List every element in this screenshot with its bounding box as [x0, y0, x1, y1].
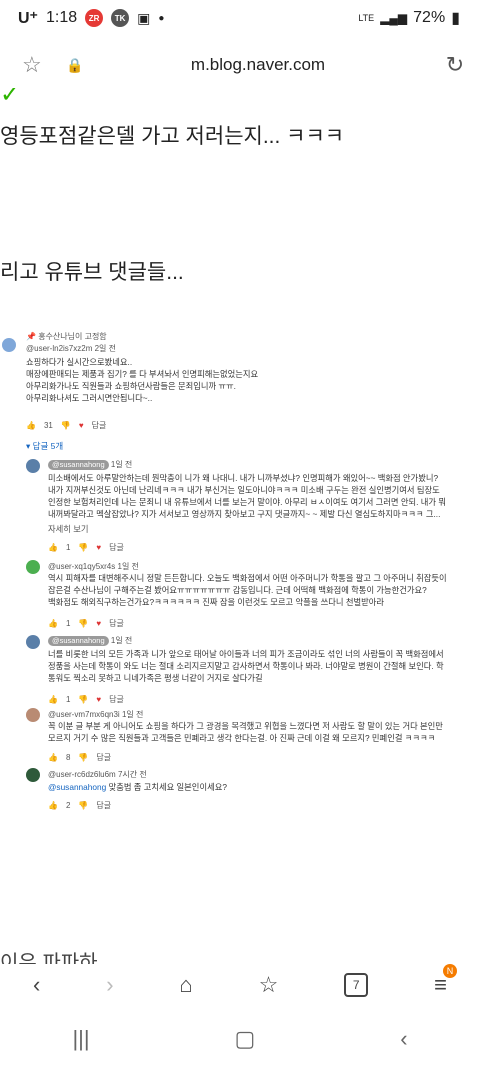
thumb-down-icon[interactable]: 👎 — [78, 619, 88, 628]
mention-link[interactable]: @susannahong — [48, 782, 106, 792]
thumb-up-icon[interactable]: 👍 — [48, 801, 58, 810]
reply-button[interactable]: 답글 — [96, 752, 111, 763]
thumb-down-icon[interactable]: 👎 — [78, 695, 88, 704]
heart-icon: ♥ — [96, 543, 102, 552]
reply-actions: 👍 1 👎 ♥ 답글 — [48, 542, 124, 553]
article-bottom-cut-line: 이유 파파하 — [0, 952, 98, 964]
browser-bottom-nav: ‹ › ⌂ ☆ 7 ≡ N — [0, 964, 480, 1006]
reply-time: 1일 전 — [110, 460, 133, 469]
reply-body: @susannahong 맞춤법 좀 고치세요 일본인이세요? — [48, 782, 227, 792]
naver-logo-icon: ✓ — [0, 88, 21, 104]
article-line-2: 리고 유튜브 댓글들... — [0, 261, 184, 284]
star-icon[interactable]: ☆ — [0, 52, 66, 78]
comment-body: 쇼핑하다가 실시간으로봤네요.. 매장에판매되는 제품과 집기? 를 다 부셔놔… — [26, 357, 259, 403]
heart-icon: ♥ — [96, 619, 102, 628]
talk-icon: TK — [111, 9, 130, 27]
avatar — [26, 768, 40, 782]
pinned-label: 📌 홍수산나님이 고정함 — [26, 332, 107, 341]
reply-actions: 👍 8 👎 답글 — [48, 752, 111, 763]
reply-body: 미소배에서도 아루말안하는데 뭔막충이 니가 왜 나대니. 내가 니까부셨냐? … — [48, 473, 446, 535]
thumb-up-icon[interactable]: 👍 — [48, 695, 58, 704]
page-content: ✓ 영등포점같은델 가고 저러는지... ㅋㅋㅋ 리고 유튜브 댓글들... 📌… — [0, 88, 480, 964]
gallery-icon: ▣ — [137, 9, 151, 26]
avatar — [26, 560, 40, 574]
reply-body: 역시 피해자를 대변해주시니 정말 든든합니다. 오늘도 백화점에서 어떤 아주… — [48, 573, 447, 607]
lock-icon: 🔒 — [66, 56, 84, 73]
forward-icon[interactable]: › — [106, 972, 113, 998]
battery-label: 72% — [413, 9, 446, 26]
avatar — [26, 635, 40, 649]
reply-actions: 👍 1 👎 ♥ 답글 — [48, 694, 124, 705]
url-field[interactable]: m.blog.naver.com — [86, 55, 430, 75]
system-back-icon[interactable]: ‹ — [400, 1026, 407, 1052]
read-more-link[interactable]: 자세히 보기 — [48, 523, 446, 535]
heart-icon: ♥ — [78, 421, 84, 430]
reply-time: 7시간 전 — [117, 770, 147, 779]
thumb-down-icon[interactable]: 👎 — [78, 801, 88, 810]
reply-time: 1일 전 — [121, 710, 144, 719]
avatar — [26, 459, 40, 473]
system-nav-bar: ||| ▢ ‹ — [0, 1014, 480, 1064]
like-count: 1 — [65, 695, 71, 704]
reply-button[interactable]: 답글 — [109, 542, 124, 553]
reply-time: 1일 전 — [117, 562, 139, 571]
thumb-up-icon[interactable]: 👍 — [48, 619, 58, 628]
recents-icon[interactable]: ||| — [72, 1026, 89, 1052]
like-count: 31 — [43, 421, 53, 430]
like-count: 1 — [65, 543, 71, 552]
clock: 1:18 — [46, 9, 78, 26]
back-icon[interactable]: ‹ — [33, 972, 40, 998]
comment-user[interactable]: @user-ln2is7xz2m 2일 전 — [26, 343, 116, 354]
reload-icon[interactable]: ↻ — [430, 52, 480, 78]
reply-button[interactable]: 답글 — [109, 618, 124, 629]
thumb-down-icon[interactable]: 👎 — [78, 753, 88, 762]
thumb-up-icon[interactable]: 👍 — [48, 753, 58, 762]
like-count: 2 — [65, 801, 71, 810]
avatar — [26, 708, 40, 722]
reply-body: 꼭 이분 글 부분 게 아니어도 쇼핑을 하다가 그 광경을 목격했고 위협을 … — [48, 721, 443, 743]
reply-user[interactable]: @user-rc6dz6lu6m — [48, 770, 116, 779]
home-icon[interactable]: ⌂ — [179, 972, 192, 998]
reply-time: 1일 전 — [110, 636, 133, 645]
like-count: 1 — [65, 619, 71, 628]
thumb-up-icon[interactable]: 👍 — [26, 421, 36, 430]
avatar — [2, 338, 16, 352]
carrier-label: U⁺ — [18, 10, 38, 27]
article-line-1: 영등포점같은델 가고 저러는지... ㅋㅋㅋ — [0, 125, 345, 148]
tabs-icon[interactable]: 7 — [344, 973, 369, 997]
status-bar: U⁺ 1:18 ZR TK ▣ ● LTE ▂▄▆ 72% ▮ — [0, 0, 480, 36]
reply-user[interactable]: @user-xq1qy5xr4s — [48, 562, 115, 571]
reply-actions: 👍 2 👎 답글 — [48, 800, 111, 811]
thumb-up-icon[interactable]: 👍 — [48, 543, 58, 552]
notification-app-icon: ZR — [85, 9, 104, 27]
address-bar: ☆ 🔒 m.blog.naver.com ↻ — [0, 42, 480, 88]
menu-icon[interactable]: ≡ N — [434, 964, 458, 998]
home-button-icon[interactable]: ▢ — [235, 1026, 256, 1052]
thumb-down-icon[interactable]: 👎 — [78, 543, 88, 552]
notification-badge: N — [443, 964, 458, 978]
reply-user[interactable]: @susannahong — [48, 636, 109, 646]
dot-icon: ● — [158, 12, 165, 24]
reply-button[interactable]: 답글 — [92, 420, 107, 431]
comment-actions: 👍 31 👎 ♥ 답글 — [26, 420, 106, 431]
signal-icon: ▂▄▆ — [380, 11, 408, 25]
clipped-header-line: ✓ — [0, 88, 480, 104]
thumb-down-icon[interactable]: 👎 — [61, 421, 71, 430]
bookmark-icon[interactable]: ☆ — [259, 972, 279, 998]
reply-body: 너를 비롯한 너의 모든 가족과 니가 앞으로 태어날 아이들과 너의 피가 조… — [48, 649, 444, 683]
network-label: LTE — [358, 13, 375, 23]
reply-actions: 👍 1 👎 ♥ 답글 — [48, 618, 124, 629]
reply-user[interactable]: @user-vm7mx6qn3i — [48, 710, 120, 719]
like-count: 8 — [65, 753, 71, 762]
replies-toggle[interactable]: ▾ 답글 5개 — [26, 440, 63, 452]
pin-icon: 📌 — [26, 332, 36, 341]
reply-user[interactable]: @susannahong — [48, 460, 109, 470]
battery-icon: ▮ — [451, 10, 460, 27]
reply-button[interactable]: 답글 — [96, 800, 111, 811]
heart-icon: ♥ — [96, 695, 102, 704]
reply-button[interactable]: 답글 — [109, 694, 124, 705]
